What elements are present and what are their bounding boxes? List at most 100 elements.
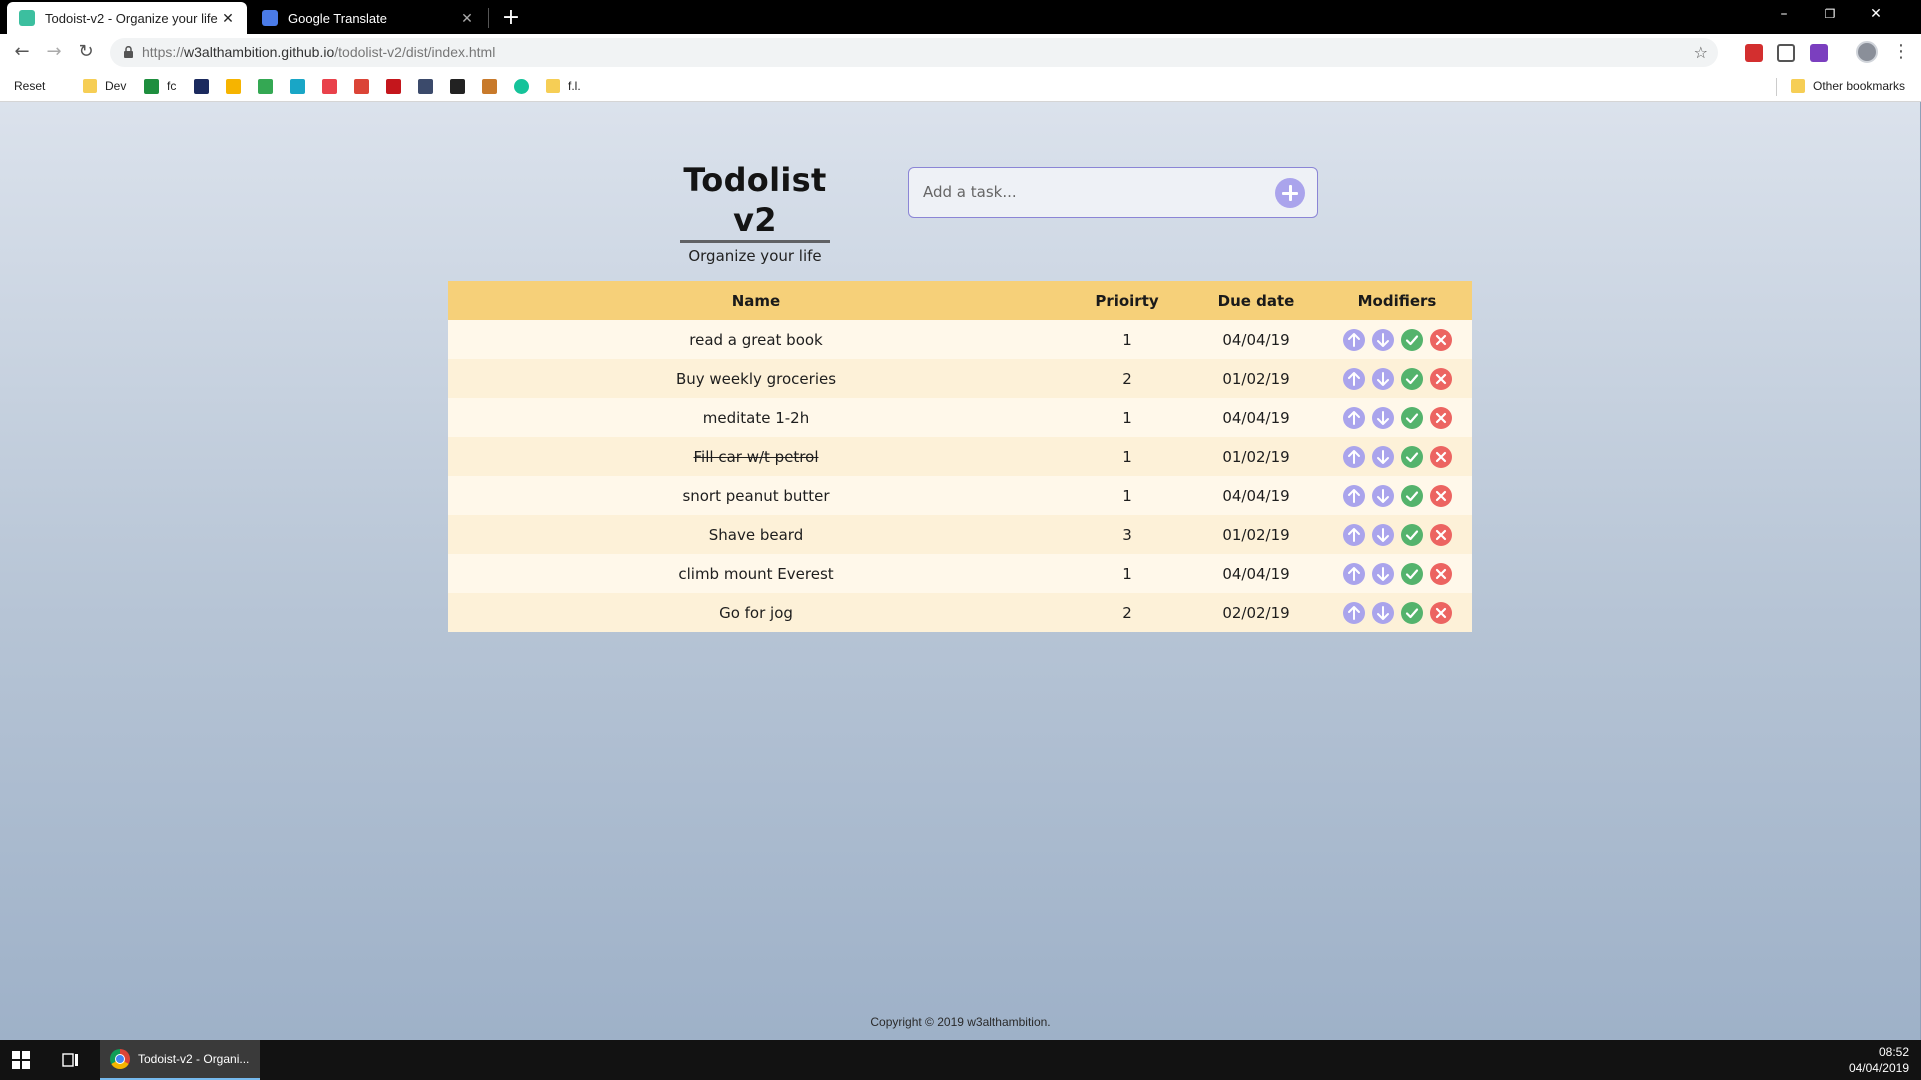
task-modifiers: [1322, 515, 1472, 554]
bookmark-grammarly[interactable]: [514, 77, 537, 95]
task-name[interactable]: meditate 1-2h: [703, 409, 810, 427]
bookmark-drive[interactable]: [258, 77, 281, 95]
pocket-extension-icon[interactable]: [1777, 44, 1795, 62]
complete-check-icon[interactable]: [1400, 406, 1423, 429]
bookmark-star-icon[interactable]: ☆: [1694, 38, 1708, 67]
complete-check-icon[interactable]: [1400, 523, 1423, 546]
profile-avatar[interactable]: [1856, 41, 1878, 63]
close-tab-icon[interactable]: ✕: [460, 10, 474, 27]
task-name[interactable]: snort peanut butter: [682, 487, 829, 505]
complete-check-icon[interactable]: [1400, 484, 1423, 507]
forward-arrow-icon[interactable]: →: [40, 38, 68, 66]
bookmark-fc[interactable]: fc: [144, 77, 176, 95]
priority-down-icon[interactable]: [1371, 406, 1394, 429]
column-header-name[interactable]: Name: [448, 281, 1064, 320]
priority-up-icon[interactable]: [1342, 367, 1365, 390]
priority-up-icon[interactable]: [1342, 328, 1365, 351]
bookmark-site-4[interactable]: [226, 77, 249, 95]
delete-x-icon[interactable]: [1429, 484, 1452, 507]
priority-up-icon[interactable]: [1342, 406, 1365, 429]
priority-down-icon[interactable]: [1371, 601, 1394, 624]
clock-time: 08:52: [1878, 1045, 1909, 1059]
priority-down-icon[interactable]: [1371, 445, 1394, 468]
task-name[interactable]: Buy weekly groceries: [676, 370, 836, 388]
copyright-footer: Copyright © 2019 w3althambition.: [870, 1015, 1051, 1029]
lastpass-extension-icon[interactable]: [1745, 44, 1763, 62]
task-priority: 1: [1122, 330, 1132, 349]
back-arrow-icon[interactable]: ←: [8, 38, 36, 66]
column-header-priority[interactable]: Prioirty: [1064, 281, 1190, 320]
priority-up-icon[interactable]: [1342, 445, 1365, 468]
new-tab-button[interactable]: +: [497, 4, 525, 32]
bookmark-pocket[interactable]: [322, 77, 345, 95]
bookmark-site-10[interactable]: [418, 77, 441, 95]
bookmark-folder-dev[interactable]: Dev: [83, 77, 126, 95]
delete-x-icon[interactable]: [1429, 445, 1452, 468]
bookmark-site-12[interactable]: [482, 77, 505, 95]
priority-down-icon[interactable]: [1371, 523, 1394, 546]
complete-check-icon[interactable]: [1400, 328, 1423, 351]
taskbar-chrome-app[interactable]: Todoist-v2 - Organi...: [100, 1040, 260, 1080]
reload-icon[interactable]: ↻: [72, 38, 100, 66]
system-clock[interactable]: 08:52 04/04/2019: [1849, 1044, 1909, 1076]
taskbar-app-label: Todoist-v2 - Organi...: [138, 1052, 250, 1066]
task-name[interactable]: read a great book: [689, 331, 823, 349]
tab-google-translate[interactable]: Google Translate ✕: [250, 2, 486, 34]
delete-x-icon[interactable]: [1429, 367, 1452, 390]
delete-x-icon[interactable]: [1429, 601, 1452, 624]
task-name[interactable]: Go for jog: [719, 604, 793, 622]
tab-title: Google Translate: [288, 10, 388, 26]
chrome-menu-icon[interactable]: ⋮: [1892, 38, 1910, 66]
restore-window-button[interactable]: ❐: [1807, 0, 1853, 30]
priority-down-icon[interactable]: [1371, 328, 1394, 351]
minimize-window-button[interactable]: –: [1761, 0, 1807, 30]
delete-x-icon[interactable]: [1429, 562, 1452, 585]
task-priority: 1: [1122, 408, 1132, 427]
priority-up-icon[interactable]: [1342, 562, 1365, 585]
bookmark-todoist[interactable]: [354, 77, 377, 95]
task-name[interactable]: Shave beard: [709, 526, 803, 544]
complete-check-icon[interactable]: [1400, 445, 1423, 468]
add-task-input[interactable]: [923, 168, 1253, 216]
bookmark-label: f.l.: [568, 79, 581, 93]
delete-x-icon[interactable]: [1429, 523, 1452, 546]
add-task-button[interactable]: [1275, 178, 1305, 208]
complete-check-icon[interactable]: [1400, 601, 1423, 624]
address-bar[interactable]: https://w3althambition.github.io/todolis…: [110, 38, 1718, 67]
fc-site-icon: [144, 78, 159, 94]
column-header-modifiers: Modifiers: [1357, 291, 1437, 310]
bookmark-reset[interactable]: Reset: [14, 77, 45, 193]
translate-favicon-icon: [262, 10, 278, 26]
bookmark-site-9[interactable]: [386, 77, 409, 95]
task-name[interactable]: Fill car w/t petrol: [694, 448, 819, 466]
bookmark-folder-fl[interactable]: f.l.: [546, 77, 581, 95]
column-header-due-date[interactable]: Due date: [1190, 281, 1322, 320]
bookmark-site-11[interactable]: [450, 77, 473, 95]
other-bookmarks-folder[interactable]: Other bookmarks: [1791, 77, 1905, 95]
modifier-buttons: [1342, 328, 1452, 351]
close-window-button[interactable]: ✕: [1853, 0, 1899, 30]
tab-todoist[interactable]: Todoist-v2 - Organize your life ✕: [7, 2, 247, 34]
priority-up-icon[interactable]: [1342, 523, 1365, 546]
task-view-icon[interactable]: [62, 1051, 80, 1069]
close-tab-icon[interactable]: ✕: [221, 10, 235, 27]
task-name[interactable]: climb mount Everest: [678, 565, 833, 583]
priority-down-icon[interactable]: [1371, 562, 1394, 585]
priority-down-icon[interactable]: [1371, 367, 1394, 390]
complete-check-icon[interactable]: [1400, 562, 1423, 585]
windows-start-icon[interactable]: [12, 1051, 30, 1069]
app-header: Todolist v2 Organize your life: [660, 160, 850, 265]
task-modifiers: [1322, 359, 1472, 398]
delete-x-icon[interactable]: [1429, 328, 1452, 351]
bookmark-site-3[interactable]: [194, 77, 217, 95]
delete-x-icon[interactable]: [1429, 406, 1452, 429]
priority-down-icon[interactable]: [1371, 484, 1394, 507]
task-name-cell: Fill car w/t petrol: [448, 437, 1064, 476]
priority-up-icon[interactable]: [1342, 484, 1365, 507]
onenote-extension-icon[interactable]: [1810, 44, 1828, 62]
bookmark-site-6[interactable]: [290, 77, 313, 95]
lock-icon: [124, 46, 133, 58]
modifier-buttons: [1342, 523, 1452, 546]
complete-check-icon[interactable]: [1400, 367, 1423, 390]
priority-up-icon[interactable]: [1342, 601, 1365, 624]
